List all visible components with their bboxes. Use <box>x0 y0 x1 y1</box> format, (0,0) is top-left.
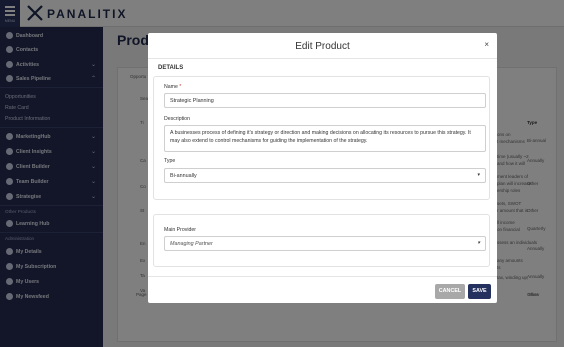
main-provider-label: Main Provider <box>164 227 197 233</box>
modal-divider <box>148 58 497 59</box>
modal-footer-divider <box>148 276 497 277</box>
details-panel: Name * Strategic Planning Description A … <box>153 76 490 200</box>
required-marker: * <box>179 84 182 90</box>
name-input-value: Strategic Planning <box>170 98 214 104</box>
save-button[interactable]: SAVE <box>468 284 491 299</box>
modal-title: Edit Product <box>295 41 350 52</box>
type-select[interactable]: Bi-annually ▾ <box>164 168 486 183</box>
edit-product-modal: Edit Product × DETAILS Name * Strategic … <box>148 33 497 303</box>
name-label-text: Name <box>164 84 178 90</box>
description-label: Description <box>164 116 190 122</box>
name-label: Name * <box>164 84 181 90</box>
dropdown-arrow-icon: ▾ <box>477 240 480 246</box>
cancel-button[interactable]: CANCEL <box>435 284 465 299</box>
dropdown-arrow-icon: ▾ <box>477 172 480 178</box>
description-textarea[interactable]: A businesses process of defining it's st… <box>164 125 486 152</box>
main-provider-select[interactable]: Managing Partner ▾ <box>164 236 486 251</box>
name-input[interactable]: Strategic Planning <box>164 93 486 108</box>
type-label: Type <box>164 158 176 164</box>
close-icon[interactable]: × <box>484 40 489 49</box>
main-provider-value: Managing Partner <box>170 241 213 247</box>
type-select-value: Bi-annually <box>170 173 197 179</box>
details-section-label: DETAILS <box>158 65 184 71</box>
provider-panel: Main Provider Managing Partner ▾ <box>153 214 490 267</box>
description-value: A businesses process of defining it's st… <box>170 130 471 144</box>
